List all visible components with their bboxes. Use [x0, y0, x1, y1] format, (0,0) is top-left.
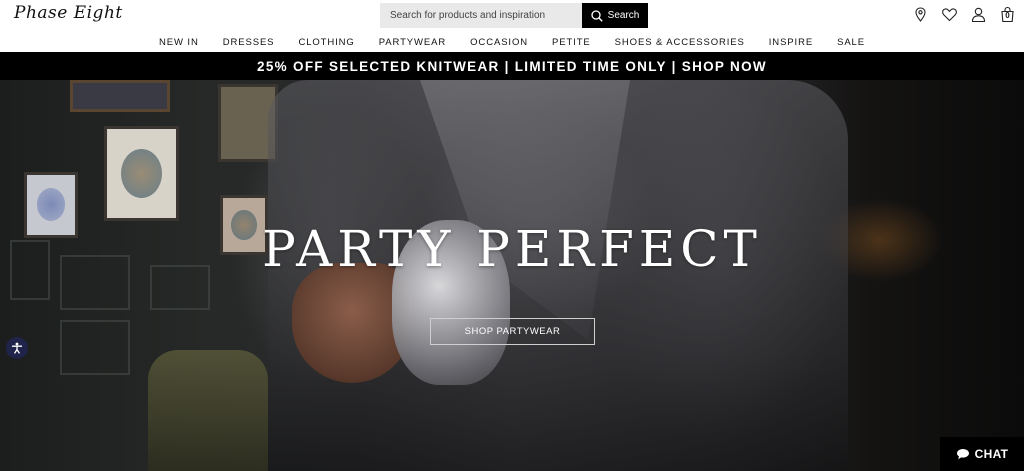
main-navigation: NEW IN DRESSES CLOTHING PARTYWEAR OCCASI… [0, 32, 1024, 52]
frame-artwork [36, 188, 66, 222]
accessibility-button[interactable] [6, 337, 28, 359]
shop-partywear-button[interactable]: SHOP PARTYWEAR [430, 318, 595, 345]
nav-item-petite[interactable]: PETITE [540, 37, 603, 48]
brand-logo[interactable]: Phase Eight [14, 3, 123, 23]
search-input[interactable] [380, 3, 582, 28]
wall-panel [60, 320, 130, 375]
search-button[interactable]: Search [582, 3, 648, 28]
nav-item-partywear[interactable]: PARTYWEAR [367, 37, 458, 48]
background-chair [148, 350, 268, 471]
search-icon [591, 9, 603, 22]
account-icon[interactable] [970, 6, 987, 23]
chat-button[interactable]: CHAT [940, 437, 1024, 471]
speech-bubble-icon [956, 449, 969, 460]
location-pin-icon[interactable] [912, 6, 929, 23]
nav-item-shoes-accessories[interactable]: SHOES & ACCESSORIES [603, 37, 757, 48]
wall-picture-frame [70, 80, 170, 112]
wall-picture-frame [104, 126, 179, 221]
nav-item-sale[interactable]: SALE [825, 37, 877, 48]
hero-title: PARTY PERFECT [262, 220, 762, 278]
nav-item-clothing[interactable]: CLOTHING [286, 37, 366, 48]
chat-label: CHAT [974, 447, 1009, 461]
nav-item-inspire[interactable]: INSPIRE [757, 37, 825, 48]
site-header: Phase Eight Search for products and insp… [0, 0, 1024, 32]
search-button-label: Search [607, 10, 640, 21]
bag-icon[interactable]: 0 [999, 6, 1016, 23]
header-icon-group: 0 [912, 6, 1016, 23]
bag-count: 0 [1005, 11, 1010, 20]
frame-artwork [120, 148, 163, 198]
nav-item-new-in[interactable]: NEW IN [147, 37, 211, 48]
nav-item-dresses[interactable]: DRESSES [211, 37, 287, 48]
search-bar: Search [380, 3, 648, 28]
hero-banner[interactable]: PARTY PERFECT SHOP PARTYWEAR [0, 80, 1024, 471]
heart-icon[interactable] [941, 6, 958, 23]
promo-banner[interactable]: 25% OFF SELECTED KNITWEAR | LIMITED TIME… [0, 52, 1024, 80]
accessibility-icon [11, 342, 23, 354]
nav-item-occasion[interactable]: OCCASION [458, 37, 540, 48]
